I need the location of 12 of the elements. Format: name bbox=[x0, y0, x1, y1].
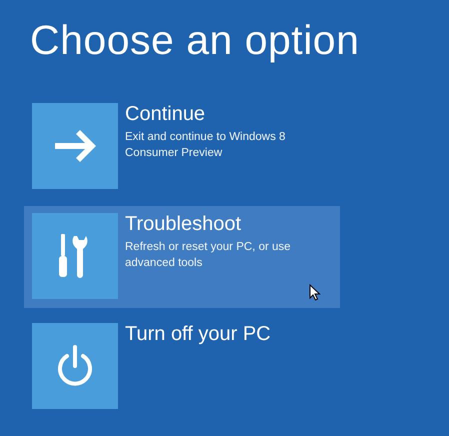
mouse-cursor-icon bbox=[309, 284, 321, 301]
option-item[interactable]: Troubleshoot Refresh or reset your PC, or use advanced tools bbox=[24, 206, 340, 308]
option-description: Refresh or reset your PC, or use advanced tools bbox=[125, 240, 292, 271]
option-title: Troubleshoot bbox=[125, 213, 242, 235]
page-title: Choose an option bbox=[30, 16, 360, 65]
option-title: Turn off your PC bbox=[125, 323, 271, 345]
option-title: Continue bbox=[125, 103, 206, 125]
option-description: Exit and continue to Windows 8 Consumer Preview bbox=[125, 130, 286, 161]
option-item[interactable]: Turn off your PC bbox=[24, 316, 340, 418]
option-item[interactable]: Continue Exit and continue to Windows 8 Consumer Preview bbox=[24, 96, 340, 198]
arrow-icon bbox=[53, 130, 97, 162]
power-icon bbox=[55, 344, 95, 388]
